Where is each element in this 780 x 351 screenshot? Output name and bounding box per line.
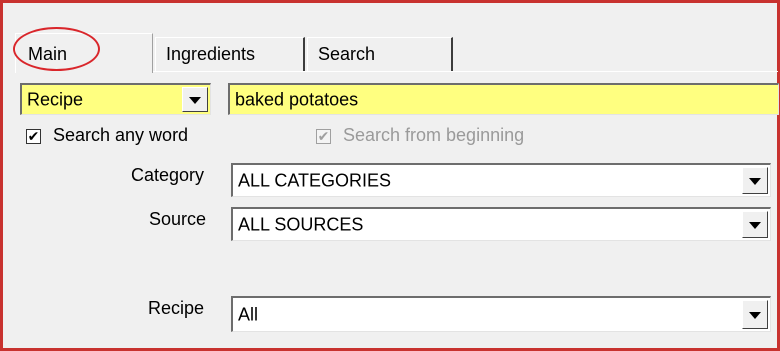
search-term-value: baked potatoes xyxy=(235,89,359,109)
chevron-down-icon xyxy=(749,311,761,319)
search-type-value: Recipe xyxy=(27,89,84,109)
category-dropdown[interactable]: ALL CATEGORIES xyxy=(231,163,771,197)
search-term-input[interactable]: baked potatoes xyxy=(228,83,779,115)
tab-main[interactable]: Main xyxy=(15,33,153,73)
recipe-label: Recipe xyxy=(148,298,205,318)
chevron-down-icon xyxy=(189,96,201,104)
chevron-down-icon xyxy=(749,221,761,229)
search-from-beginning-label: Search from beginning xyxy=(343,125,525,145)
category-value: ALL CATEGORIES xyxy=(238,170,392,190)
category-label: Category xyxy=(131,165,205,185)
recipe-dropdown-button[interactable] xyxy=(742,300,768,329)
search-from-beginning-checkbox: ✔ xyxy=(316,129,331,144)
source-dropdown-button[interactable] xyxy=(742,211,768,238)
tab-ingredients-label: Ingredients xyxy=(166,44,256,64)
tab-search[interactable]: Search xyxy=(307,37,453,71)
tab-ingredients[interactable]: Ingredients xyxy=(155,37,305,71)
chevron-down-icon xyxy=(749,177,761,185)
search-type-dropdown-button[interactable] xyxy=(182,87,208,112)
category-dropdown-button[interactable] xyxy=(742,167,768,194)
tab-main-label: Main xyxy=(28,44,68,64)
tab-search-label: Search xyxy=(318,44,376,64)
recipe-search-panel: Main Ingredients Search Recipe baked pot… xyxy=(0,0,780,351)
source-label: Source xyxy=(149,209,207,229)
check-icon: ✔ xyxy=(317,128,330,144)
search-any-word-label[interactable]: Search any word xyxy=(53,125,188,146)
recipe-dropdown[interactable]: All xyxy=(231,296,771,332)
check-icon: ✔ xyxy=(27,128,40,144)
search-any-word-checkbox[interactable]: ✔ xyxy=(26,129,41,144)
source-dropdown[interactable]: ALL SOURCES xyxy=(231,207,771,241)
search-type-dropdown[interactable]: Recipe xyxy=(20,83,211,115)
recipe-value: All xyxy=(238,304,259,324)
source-value: ALL SOURCES xyxy=(238,214,364,234)
